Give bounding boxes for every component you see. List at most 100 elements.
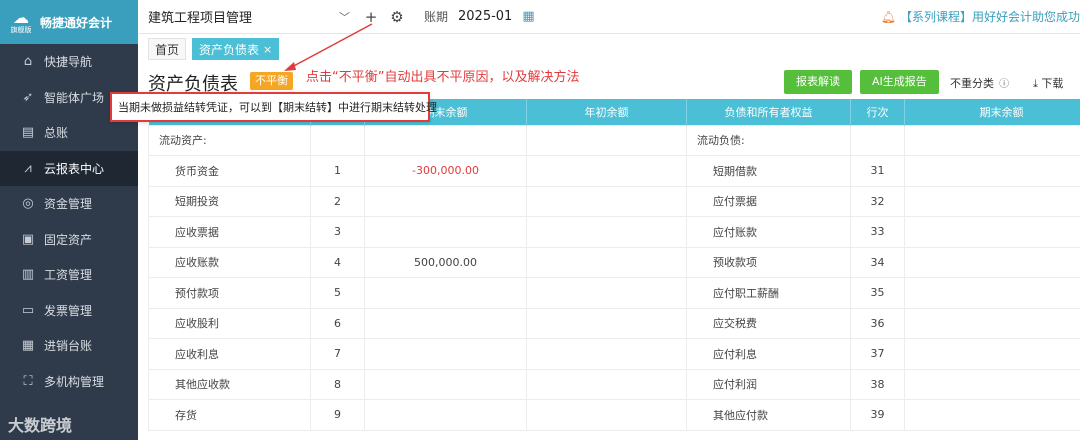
table-cell[interactable] — [526, 246, 687, 278]
table-cell: 应收账款 — [148, 246, 311, 278]
chevron-down-icon: ﹀ — [339, 10, 350, 24]
no-classify-toggle[interactable]: 不重分类 ⓘ — [950, 75, 1009, 91]
calendar-icon[interactable]: ▦ — [522, 9, 534, 24]
sidebar-item[interactable]: ▦ 进销台账 — [0, 328, 138, 364]
home-icon: ⌂ — [23, 54, 33, 70]
table-cell[interactable] — [526, 307, 687, 339]
asset-icon: ▣ — [21, 231, 35, 247]
org-icon: ⛶ — [23, 373, 33, 389]
table-cell[interactable]: 500,000.00 — [364, 246, 527, 278]
table-cell[interactable] — [526, 399, 687, 431]
table-cell: 其他应付款 — [686, 399, 851, 431]
close-icon[interactable]: × — [263, 43, 272, 56]
table-cell[interactable] — [364, 185, 527, 217]
table-cell: 34 — [850, 246, 905, 278]
table-cell[interactable] — [364, 368, 527, 400]
table-cell[interactable] — [526, 338, 687, 370]
table-cell: 39 — [850, 399, 905, 431]
tab-balance-sheet[interactable]: 资产负债表 × — [192, 38, 280, 60]
table-cell[interactable] — [526, 368, 687, 400]
sidebar-item[interactable]: ▥ 工资管理 — [0, 257, 138, 293]
table-cell[interactable] — [526, 277, 687, 309]
notice-text: 【系列课程】用好好会计助您成功 — [899, 10, 1080, 24]
sidebar-item[interactable]: ⌂ 快捷导航 — [0, 44, 138, 80]
sidebar-item[interactable]: ⛶ 多机构管理 — [0, 364, 138, 400]
table-cell[interactable] — [904, 307, 1080, 339]
table-row: 应收票据 3 应付账款 33 — [148, 216, 1080, 248]
sidebar: ☁ 旗舰版 畅捷通好会计 ⌂ 快捷导航 ➶ 智能体广场 ▤ 总账 ⩘ 云报表中心 ◎ 资金管理 ▣ 固… — [0, 0, 138, 440]
table-cell[interactable] — [364, 277, 527, 309]
table-cell[interactable] — [904, 246, 1080, 278]
add-icon[interactable]: + — [358, 8, 384, 26]
table-cell[interactable] — [526, 216, 687, 248]
watermark: 大数跨境 — [8, 416, 73, 435]
table-row: 存货 9 其他应付款 39 — [148, 399, 1080, 431]
table-cell[interactable] — [526, 155, 687, 187]
table-cell[interactable] — [904, 155, 1080, 187]
table-cell[interactable] — [904, 216, 1080, 248]
tab-balance-sheet-label: 资产负债表 — [199, 42, 260, 57]
help-icon: ⓘ — [996, 79, 1010, 90]
table-cell: 2 — [310, 185, 365, 217]
ai-report-button[interactable]: AI生成报告 — [860, 70, 939, 94]
table-cell[interactable] — [364, 307, 527, 339]
table-cell[interactable] — [526, 124, 687, 156]
table-cell[interactable] — [904, 338, 1080, 370]
table-cell: 33 — [850, 216, 905, 248]
table-cell: 7 — [310, 338, 365, 370]
table-cell[interactable] — [364, 399, 527, 431]
table-cell[interactable] — [904, 368, 1080, 400]
download-button[interactable]: ⤓ 下载 — [1033, 75, 1063, 91]
sidebar-item-label: 进销台账 — [44, 339, 93, 354]
sidebar-item[interactable]: ▣ 固定资产 — [0, 222, 138, 258]
table-cell: 9 — [310, 399, 365, 431]
period-value[interactable]: 2025-01 — [458, 9, 512, 24]
table-cell: 短期投资 — [148, 185, 311, 217]
gear-icon[interactable]: ⚙ — [384, 8, 410, 26]
brand-name: 畅捷通好会计 — [40, 15, 113, 30]
table-cell: 应付票据 — [686, 185, 851, 217]
table-cell: 应收股利 — [148, 307, 311, 339]
unbalanced-badge[interactable]: 不平衡 — [250, 72, 293, 90]
table-cell[interactable] — [904, 277, 1080, 309]
table-cell[interactable] — [904, 124, 1080, 156]
table-row: 短期投资 2 应付票据 32 — [148, 185, 1080, 217]
brand-logo: ☁ 旗舰版 — [8, 9, 34, 35]
table-cell: 5 — [310, 277, 365, 309]
project-selector[interactable]: 建筑工程项目管理 ﹀ — [138, 7, 358, 27]
money-icon: ◎ — [22, 196, 34, 212]
sidebar-item-label: 云报表中心 — [44, 161, 105, 176]
table-cell: 应付利润 — [686, 368, 851, 400]
table-cell[interactable] — [364, 124, 527, 156]
table-cell: 1 — [310, 155, 365, 187]
sidebar-item-label: 总账 — [44, 126, 69, 141]
table-cell[interactable] — [904, 185, 1080, 217]
sidebar-item[interactable]: ⩘ 云报表中心 — [0, 150, 138, 186]
balance-sheet-table: 资产行次期末余额年初余额负债和所有者权益行次期末余额 流动资产:流动负债:货币资… — [148, 99, 1080, 440]
table-cell: 6 — [310, 307, 365, 339]
table-cell: 其他应收款 — [148, 368, 311, 400]
table-cell[interactable] — [526, 185, 687, 217]
sidebar-item[interactable]: ▭ 发票管理 — [0, 293, 138, 329]
sidebar-item[interactable]: ◎ 资金管理 — [0, 186, 138, 222]
tab-home[interactable]: 首页 — [148, 38, 187, 60]
sidebar-item-label: 工资管理 — [44, 268, 93, 283]
column-header: 年初余额 — [526, 99, 687, 125]
edition-label: 旗舰版 — [10, 26, 32, 34]
table-cell[interactable] — [364, 338, 527, 370]
table-cell[interactable]: -300,000.00 — [364, 155, 527, 187]
sidebar-item-label: 发票管理 — [44, 303, 93, 318]
table-row: 流动资产: 流动负债: — [148, 124, 1080, 156]
table-cell: 37 — [850, 338, 905, 370]
report-explain-button[interactable]: 报表解读 — [784, 70, 852, 94]
table-row: 货币资金 1 -300,000.00 短期借款 31 — [148, 155, 1080, 187]
table-row: 应收账款 4 500,000.00 预收款项 34 — [148, 246, 1080, 278]
cloud-icon: ☁ — [13, 8, 29, 27]
table-cell: 应付利息 — [686, 338, 851, 370]
table-cell: 流动资产: — [148, 124, 311, 156]
table-cell[interactable] — [904, 399, 1080, 431]
notice[interactable]: 🔔︎ 【系列课程】用好好会计助您成功 — [881, 8, 1080, 25]
sidebar-item-label: 固定资产 — [44, 232, 93, 247]
annotation-text: 点击“不平衡”自动出具不平原因，以及解决方法 — [306, 70, 580, 85]
table-cell[interactable] — [364, 216, 527, 248]
